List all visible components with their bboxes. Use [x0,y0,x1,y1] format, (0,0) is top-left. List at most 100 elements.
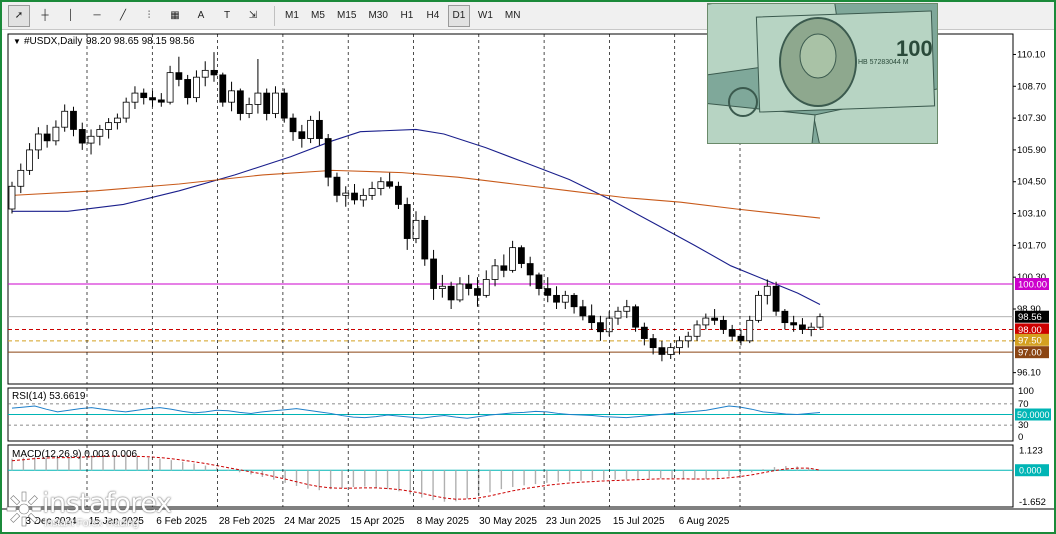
crosshair-icon[interactable]: ┼ [34,5,56,27]
candle-body [157,99,165,103]
logo-brand-text: instaforex [42,488,172,519]
candle-body [421,219,429,260]
candle-body [78,129,86,144]
candle-body [175,72,183,80]
candle-body [368,188,376,196]
candle-body [535,274,543,289]
price-tick-label: 101.70 [1017,240,1046,251]
price-level-tag-label: 100.00 [1018,280,1047,291]
candle-body [122,101,130,119]
price-tick-label: 110.10 [1017,49,1045,60]
candle-body [70,110,77,130]
drawing-tools: ➚ ┼ │ ─ ╱ ⫶ ▦ A T ⇲ [8,4,268,27]
candle-body [676,340,683,349]
candle-body [34,133,42,151]
arrow-shapes-icon[interactable]: ⇲ [242,5,264,27]
candle-body [702,317,710,326]
time-tick-label: 30 May 2025 [479,516,537,527]
candle-body [359,194,367,201]
candle-body [236,90,244,114]
candle-body [412,219,420,239]
candle-body [201,69,209,78]
candle-body [632,306,639,328]
logo-star-icon [6,491,42,527]
candle-body [465,283,473,289]
cursor-icon[interactable]: ➚ [8,4,30,27]
candle-body [570,294,578,308]
candle-body [280,92,288,119]
candle-body [26,149,33,171]
candle-body [807,326,815,330]
timeframe-m30-button[interactable]: M30 [364,5,391,27]
rsi-tick-label: 100 [1018,386,1034,397]
candle-body [667,347,675,355]
timeframe-mn-button[interactable]: MN [501,5,525,27]
timeframe-m1-button[interactable]: M1 [281,5,303,27]
candle-body [491,265,499,280]
candle-body [131,92,139,103]
channel-icon[interactable]: ▦ [164,5,186,27]
candle-body [96,129,104,137]
candle-body [456,283,464,301]
candle-body [351,192,358,201]
candle-body [790,322,798,326]
candle-body [17,169,25,187]
time-tick-label: 15 Apr 2025 [351,516,405,527]
timeframe-w1-button[interactable]: W1 [474,5,497,27]
candle-body [43,133,51,142]
trendline-icon[interactable]: ╱ [112,5,134,27]
candle-body [500,265,508,271]
portrait-face [799,33,837,79]
candle-body [693,324,701,337]
macd-tick-label: 1.123 [1019,446,1043,457]
candle-body [105,122,113,130]
text-icon[interactable]: A [190,5,212,27]
vertical-line-icon[interactable]: │ [60,5,82,27]
timeframe-m5-button[interactable]: M5 [307,5,329,27]
collapse-arrow-icon[interactable]: ▼ [13,37,21,46]
candle-body [711,317,719,321]
fibonacci-icon[interactable]: ⫶ [138,5,160,27]
candle-body [509,247,517,271]
candle-body [324,138,332,178]
candle-body [553,294,560,303]
rsi-level-tag-label: 50.0000 [1017,410,1050,420]
dollar-bills-photo: HB 57283044 M 100 [707,3,938,144]
timeframe-selector: M1 M5 M15 M30 H1 H4 D1 W1 MN [281,4,528,27]
candle-body [52,126,60,142]
macd-tick-label: -1.652 [1019,497,1046,508]
candle-body [799,324,806,330]
candle-body [395,185,402,205]
candle-body [386,181,394,187]
timeframe-h1-button[interactable]: H1 [396,5,418,27]
candle-body [403,204,411,239]
candle-body [737,335,745,342]
candle-body [263,92,271,114]
candle-body [166,72,174,103]
price-level-tag-label: 98.56 [1018,312,1042,323]
timeframe-d1-button[interactable]: D1 [447,4,470,27]
candle-body [430,258,437,289]
candle-body [298,131,306,139]
symbol-label: #USDX,Daily [24,36,82,47]
timeframe-h4-button[interactable]: H4 [422,5,444,27]
candle-body [684,335,692,342]
candle-body [333,176,341,196]
candle-body [658,347,666,355]
candle-body [561,294,569,303]
price-tick-label: 103.10 [1017,209,1046,220]
candle-body [438,285,446,289]
logo-tagline: Instant Forex Trading [44,518,139,529]
price-tick-label: 104.50 [1017,177,1046,188]
text-label-icon[interactable]: T [216,5,238,27]
time-tick-label: 23 Jun 2025 [546,516,601,527]
candle-body [597,322,604,333]
time-tick-label: 28 Feb 2025 [219,516,276,527]
candle-body [447,285,455,301]
candle-body [623,306,631,312]
horizontal-line-icon[interactable]: ─ [86,5,108,27]
candle-body [614,310,622,319]
time-tick-label: 15 Jul 2025 [613,516,665,527]
timeframe-m15-button[interactable]: M15 [333,5,360,27]
candle-body [544,288,552,296]
